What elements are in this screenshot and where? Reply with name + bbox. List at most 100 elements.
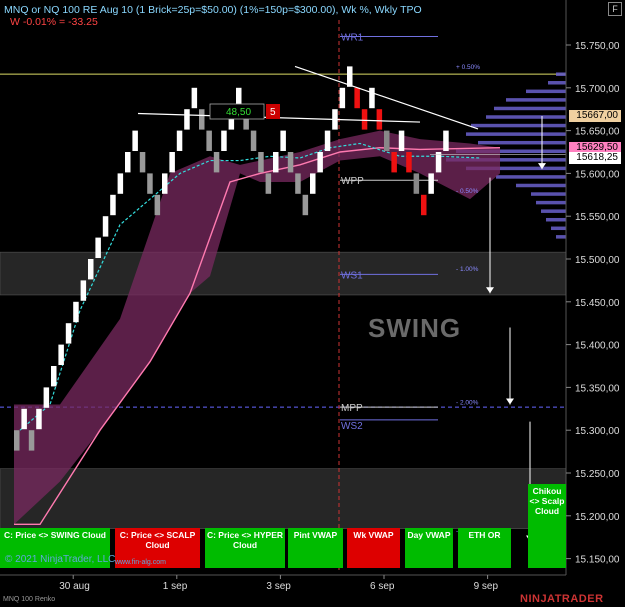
renko-brick	[139, 152, 146, 173]
signal-panel: Chikou <> Scalp Cloud	[528, 484, 566, 568]
renko-brick	[435, 152, 442, 173]
x-tick-label: 3 sep	[266, 581, 291, 592]
signal-value: 48,50	[226, 107, 251, 118]
renko-brick	[391, 152, 397, 173]
y-tick-label: 15.200,00	[575, 512, 620, 523]
renko-brick	[132, 130, 138, 151]
swing-watermark: SWING	[368, 313, 462, 343]
x-tick-label: 6 sep	[370, 581, 395, 592]
renko-brick	[376, 109, 383, 130]
tpo-bar	[471, 123, 566, 128]
tpo-bar	[536, 200, 566, 205]
renko-brick	[147, 173, 153, 194]
tpo-bar	[516, 183, 566, 188]
renko-brick	[65, 323, 72, 344]
x-tick-label: 9 sep	[474, 581, 499, 592]
y-tick-label: 15.300,00	[575, 426, 620, 437]
renko-brick	[102, 216, 109, 237]
renko-brick	[213, 152, 220, 173]
renko-brick	[110, 194, 116, 216]
renko-brick	[125, 152, 131, 173]
weekly-change: W -0.01% = -33.25	[10, 16, 98, 28]
renko-brick	[117, 173, 124, 194]
price-marker: 15618,25	[569, 151, 621, 164]
pivot-label: MPP	[341, 403, 363, 414]
pivot-label: WS1	[341, 270, 363, 281]
y-tick-label: 15.700,00	[575, 84, 620, 95]
price-axis: 15.150,00 15.200,00 15.250,00 15.300,00 15.3…	[565, 0, 620, 575]
renko-brick	[14, 430, 20, 451]
renko-brick	[310, 173, 316, 194]
tpo-bar	[556, 235, 566, 239]
renko-brick	[191, 87, 198, 109]
x-tick-label: 1 sep	[163, 581, 188, 592]
renko-brick	[406, 152, 412, 173]
renko-brick	[43, 387, 50, 408]
signal-panel: Day VWAP	[405, 528, 453, 568]
renko-brick	[421, 194, 427, 216]
tpo-bar	[466, 132, 566, 136]
renko-brick	[36, 408, 42, 430]
x-tick-label: 30 aug	[59, 581, 90, 592]
tpo-bar	[478, 140, 566, 145]
percent-label: - 2.00%	[456, 400, 479, 407]
renko-brick	[354, 87, 360, 109]
renko-brick	[443, 130, 449, 151]
renko-brick	[250, 130, 257, 151]
site-text: www.fin-alg.com	[115, 559, 166, 566]
renko-brick	[280, 130, 286, 151]
instrument-label: MNQ 100 Renko	[3, 596, 56, 603]
renko-brick	[221, 130, 227, 151]
renko-brick	[347, 66, 353, 87]
shaded-zone	[0, 468, 567, 529]
renko-brick	[51, 366, 57, 387]
tpo-bar	[486, 115, 566, 119]
renko-brick	[324, 130, 331, 151]
y-tick-label: 15.500,00	[575, 255, 620, 266]
renko-brick	[398, 130, 405, 151]
renko-brick	[88, 259, 94, 280]
renko-brick	[21, 408, 27, 430]
tpo-bar	[551, 226, 566, 231]
tpo-bar	[506, 98, 566, 102]
copyright-text: © 2021 NinjaTrader, LLC	[5, 554, 116, 565]
renko-brick	[273, 152, 279, 173]
time-axis: 30 aug 1 sep 3 sep 6 sep 9 sep	[0, 574, 566, 592]
tpo-bar	[496, 175, 566, 179]
tpo-bar	[548, 81, 566, 85]
renko-brick	[428, 173, 434, 194]
renko-brick	[369, 87, 375, 109]
renko-brick	[295, 173, 301, 194]
renko-brick	[73, 301, 79, 323]
pivot-label: WS2	[341, 421, 363, 432]
signal-panel: ETH OR	[458, 528, 511, 568]
price-marker: 15667,00	[569, 110, 621, 123]
tpo-bar	[541, 209, 566, 213]
renko-brick	[184, 109, 190, 130]
renko-brick	[58, 344, 64, 365]
y-tick-label: 15.650,00	[575, 127, 620, 138]
renko-brick	[199, 109, 205, 130]
y-tick-label: 15.150,00	[575, 555, 620, 566]
pivot-label: WR1	[341, 32, 364, 43]
y-tick-label: 15.350,00	[575, 383, 620, 394]
renko-brick	[28, 430, 35, 451]
tpo-bar	[556, 72, 566, 76]
renko-brick	[384, 130, 390, 151]
f-icon[interactable]: F	[608, 2, 622, 16]
signal-panel: Wk VWAP	[347, 528, 400, 568]
renko-brick	[339, 87, 346, 109]
renko-brick	[95, 237, 101, 258]
percent-label: + 0.50%	[456, 64, 480, 71]
renko-brick	[317, 152, 323, 173]
ninjatrader-logo-icon: NINJATRADER	[520, 593, 604, 605]
y-tick-label: 15.450,00	[575, 298, 620, 309]
renko-brick	[162, 173, 168, 194]
renko-brick	[206, 130, 212, 151]
y-tick-label: 15.750,00	[575, 41, 620, 52]
signal-panel: Pint VWAP	[288, 528, 343, 568]
y-tick-label: 15.400,00	[575, 341, 620, 352]
renko-brick	[287, 152, 294, 173]
arrow-head-icon	[506, 398, 514, 405]
y-tick-label: 15.600,00	[575, 169, 620, 180]
